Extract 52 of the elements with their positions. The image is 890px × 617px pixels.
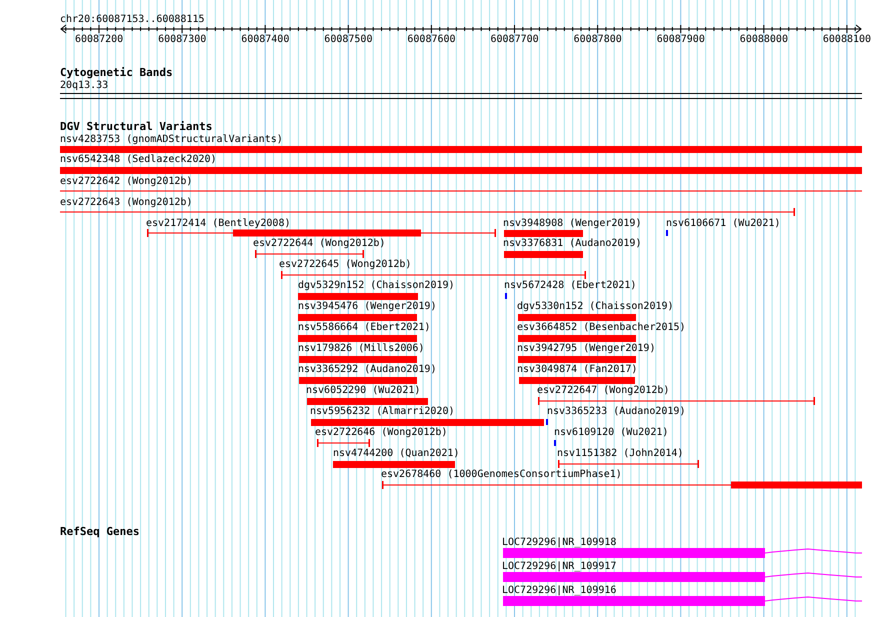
ruler-label: chr20:60087153..60088115 [60,13,204,26]
variant-marker [666,230,668,236]
variant-label: esv3664852 (Besenbacher2015) [517,321,686,334]
variant-label: nsv6106671 (Wu2021) [666,217,780,230]
ruler-tick-label: 60087600 [407,33,456,46]
variant-label: esv2722644 (Wong2012b) [253,237,386,250]
variant-label: nsv4283753 (gnomADStructuralVariants) [60,133,283,146]
gene-label: LOC729296|NR_109917 [502,560,616,573]
variant-label: dgv5330n152 (Chaisson2019) [517,300,674,313]
variant-label: esv2722647 (Wong2012b) [537,384,670,397]
ruler-tick-label: 60087800 [574,33,622,46]
variant-label: nsv1151382 (John2014) [557,447,684,460]
variant-label: esv2722643 (Wong2012b) [60,196,192,209]
gene-label: LOC729296|NR_109916 [502,584,616,597]
ruler-tick-label: 60087500 [324,33,372,46]
ruler-tick-label: 60087200 [75,33,124,46]
variant-label: nsv6109120 (Wu2021) [554,426,668,439]
variant-label: nsv3942795 (Wenger2019) [517,342,656,355]
variant-label: esv2722645 (Wong2012b) [279,258,412,271]
variant-label: nsv3376831 (Audano2019) [503,237,642,250]
variant-label: nsv3049874 (Fan2017) [517,363,638,376]
variant-label: nsv3365233 (Audano2019) [547,405,686,418]
track-title: DGV Structural Variants [60,120,212,133]
ruler-tick-label: 60087400 [241,33,290,46]
variant-label: nsv4744200 (Quan2021) [333,447,460,460]
variant-label: nsv3365292 (Audano2019) [298,363,436,376]
variant-label: nsv6052290 (Wu2021) [306,384,420,397]
gene-label: LOC729296|NR_109918 [502,536,616,549]
track-title: Cytogenetic Bands [60,66,173,79]
variant-label: esv2722642 (Wong2012b) [60,175,192,188]
variant-span [317,439,370,447]
track-title: RefSeq Genes [60,525,140,538]
variant-label: esv2172414 (Bentley2008) [146,217,290,230]
ruler-tick-label: 60087700 [490,33,539,46]
variant-label: dgv5329n152 (Chaisson2019) [298,279,455,292]
variant-label: nsv5672428 (Ebert2021) [504,279,636,292]
variant-label: nsv6542348 (Sedlazeck2020) [60,153,217,166]
ruler-tick-label: 60088000 [740,33,788,46]
variant-marker [554,440,556,446]
variant-label: nsv179826 (Mills2006) [298,342,424,355]
ruler-tick-label: 60087900 [656,33,705,46]
variant-label: nsv3948908 (Wenger2019) [503,217,642,230]
variant-label: esv2678460 (1000GenomesConsortiumPhase1) [381,468,622,481]
variant-label: esv2722646 (Wong2012b) [315,426,448,439]
ruler-tick-label: 60088100 [822,33,872,46]
variant-marker [505,293,507,299]
ruler-tick-label: 60087300 [158,33,206,46]
variant-marker [546,419,548,425]
cytoband-label: 20q13.33 [60,79,108,92]
variant-label: nsv3945476 (Wenger2019) [298,300,436,313]
variant-label: nsv5586664 (Ebert2021) [298,321,430,334]
variant-label: nsv5956232 (Almarri2020) [310,405,454,418]
